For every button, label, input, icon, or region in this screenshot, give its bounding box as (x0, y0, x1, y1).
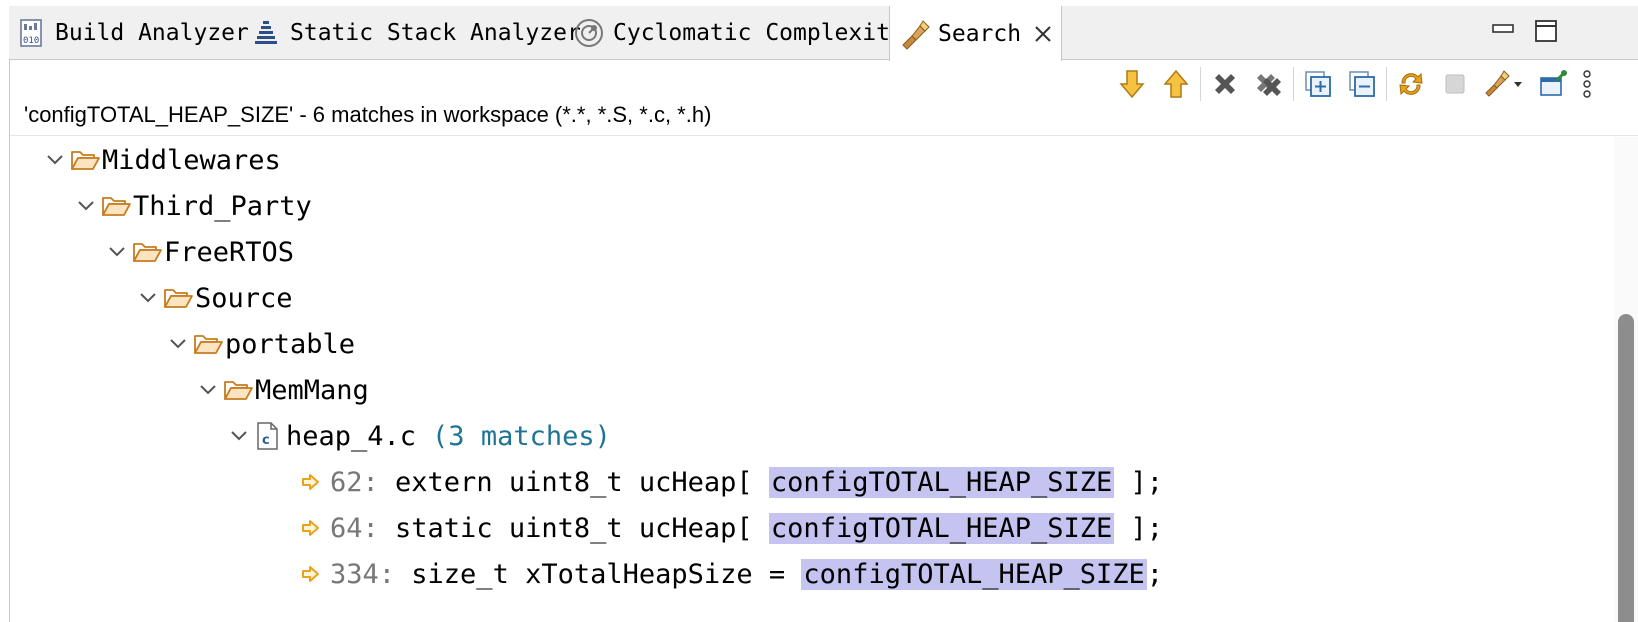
pin-icon (1540, 70, 1567, 96)
arrow-down-icon (1119, 70, 1145, 99)
divider (10, 135, 1638, 136)
remove-all-matches-button[interactable] (1247, 64, 1291, 104)
folder-label: Source (195, 282, 293, 314)
folder-open-icon (101, 183, 133, 229)
match-text: ]; (1114, 512, 1164, 544)
match-row[interactable]: 64: static uint8_t ucHeap[ configTOTAL_H… (10, 505, 1163, 551)
search-summary: 'configTOTAL_HEAP_SIZE' - 6 matches in w… (24, 102, 712, 127)
close-icon[interactable] (1033, 24, 1053, 44)
match-text: size_t xTotalHeapSize = (395, 558, 802, 590)
tree-folder-row[interactable]: FreeRTOS (10, 229, 294, 275)
match-arrow-icon (302, 566, 319, 582)
stop-icon (1445, 74, 1465, 94)
collapse-all-button[interactable] (1340, 64, 1384, 104)
match-row[interactable]: 334: size_t xTotalHeapSize = configTOTAL… (10, 551, 1163, 597)
arrow-up-icon (1163, 69, 1189, 98)
chevron-down-icon[interactable] (102, 229, 132, 275)
line-number: 62: (330, 466, 379, 498)
folder-label: FreeRTOS (164, 236, 295, 268)
chevron-down-icon[interactable] (71, 183, 101, 229)
toolbar-separator (1386, 67, 1387, 101)
match-text: extern uint8_t ucHeap[ (378, 466, 769, 498)
search-flashlight-icon (902, 19, 930, 50)
expand-all-button[interactable] (1296, 64, 1340, 104)
folder-open-icon (223, 367, 255, 413)
collapse-all-icon (1349, 71, 1375, 97)
search-history-dropdown[interactable] (1477, 64, 1531, 104)
stack-analyzer-icon (255, 21, 277, 44)
tree-file-row[interactable]: c heap_4.c (3 matches) (10, 413, 611, 459)
tab-build-analyzer[interactable]: 010 Build Analyzer (17, 6, 249, 60)
run-search-again-button[interactable] (1389, 64, 1433, 104)
next-match-button[interactable] (1110, 64, 1154, 104)
expand-all-icon (1305, 71, 1331, 97)
tab-label: Build Analyzer (55, 20, 249, 46)
folder-label: Middlewares (102, 144, 281, 176)
pin-view-button[interactable] (1531, 64, 1575, 104)
cancel-search-button[interactable] (1433, 64, 1477, 104)
tree-folder-row[interactable]: Source (10, 275, 293, 321)
chevron-down-icon[interactable] (40, 137, 70, 183)
tab-label: Cyclomatic Complexity (613, 20, 904, 46)
file-label: heap_4.c (286, 420, 417, 452)
previous-match-button[interactable] (1154, 64, 1198, 104)
svg-text:c: c (262, 433, 270, 448)
tree-folder-row[interactable]: Third_Party (10, 183, 312, 229)
folder-open-icon (70, 137, 102, 183)
toolbar-separator (1200, 67, 1201, 101)
match-count: (3 matches) (432, 420, 611, 452)
remove-icon (1215, 74, 1235, 94)
build-analyzer-icon: 010 (20, 19, 42, 47)
folder-label: portable (225, 328, 356, 360)
line-number: 64: (330, 512, 379, 544)
tree-folder-row[interactable]: portable (10, 321, 355, 367)
chevron-down-icon[interactable] (163, 321, 193, 367)
refresh-icon (1399, 72, 1423, 96)
maximize-icon[interactable] (1535, 20, 1557, 42)
match-text: ; (1146, 558, 1164, 590)
line-number: 334: (330, 558, 396, 590)
tree-folder-row[interactable]: Middlewares (10, 137, 281, 183)
folder-open-icon (132, 229, 164, 275)
remove-all-icon (1257, 74, 1281, 96)
search-toolbar (1110, 64, 1599, 104)
match-highlight: configTOTAL_HEAP_SIZE (768, 512, 1115, 544)
view-tab-bar: 010 Build Analyzer Static Stack Analyzer… (9, 6, 1638, 61)
scrollbar-thumb[interactable] (1618, 314, 1634, 622)
match-highlight: configTOTAL_HEAP_SIZE (768, 466, 1115, 498)
more-vertical-icon (1583, 70, 1591, 98)
chevron-down-icon[interactable] (193, 367, 223, 413)
remove-selected-matches-button[interactable] (1203, 64, 1247, 104)
c-file-icon: c (254, 413, 286, 459)
match-text: static uint8_t ucHeap[ (378, 512, 769, 544)
tab-cyclomatic-complexity[interactable]: Cyclomatic Complexity (573, 6, 904, 60)
match-arrow-icon (302, 520, 319, 536)
tab-search[interactable]: Search (889, 6, 1062, 61)
match-highlight: configTOTAL_HEAP_SIZE (801, 558, 1147, 590)
chevron-down-icon[interactable] (133, 275, 163, 321)
folder-open-icon (193, 321, 225, 367)
search-history-icon (1485, 70, 1522, 97)
tree-folder-row[interactable]: MemMang (10, 367, 369, 413)
minimize-icon[interactable] (1492, 22, 1514, 36)
match-arrow-icon (302, 474, 319, 490)
tab-label: Search (938, 20, 1022, 47)
toolbar-separator (1293, 67, 1294, 101)
complexity-icon (575, 19, 603, 47)
chevron-down-icon[interactable] (224, 413, 254, 459)
tab-label: Static Stack Analyzer (290, 20, 581, 46)
view-menu-button[interactable] (1575, 64, 1599, 104)
match-row[interactable]: 62: extern uint8_t ucHeap[ configTOTAL_H… (10, 459, 1163, 505)
folder-label: Third_Party (133, 190, 312, 222)
tab-static-stack-analyzer[interactable]: Static Stack Analyzer (252, 6, 581, 60)
svg-text:010: 010 (23, 36, 39, 46)
folder-open-icon (163, 275, 195, 321)
folder-label: MemMang (255, 374, 369, 406)
match-text: ]; (1114, 466, 1164, 498)
